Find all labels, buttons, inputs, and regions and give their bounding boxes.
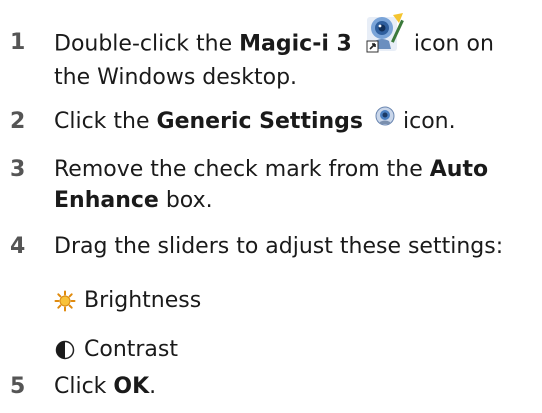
contrast-item: Contrast <box>54 334 178 365</box>
brightness-label: Brightness <box>84 288 202 313</box>
step-text-post: . <box>149 374 157 399</box>
step-text: Double-click the Magic-i 3 icon on the W… <box>54 13 540 93</box>
step-text: Remove the check mark from the Auto Enha… <box>54 154 540 216</box>
step-number: 5 <box>10 374 26 399</box>
generic-settings-icon <box>374 105 396 136</box>
step-2: 2 Click the Generic Settings icon. <box>0 106 542 138</box>
step-4: 4 Drag the sliders to adjust these setti… <box>0 231 542 263</box>
contrast-label: Contrast <box>84 337 179 362</box>
step-text-line2: the Windows desktop. <box>54 65 298 90</box>
step-text-post: box. <box>158 188 213 213</box>
magic-i-webcam-icon <box>365 11 407 62</box>
step-5: 5 Click OK. <box>0 371 542 403</box>
brightness-icon <box>54 290 76 312</box>
step-text-pre: Double-click the <box>54 31 240 57</box>
step-text: Drag the sliders to adjust these setting… <box>54 234 504 259</box>
ok-label: OK <box>113 374 150 399</box>
instruction-page: 1 Double-click the Magic-i 3 icon on the… <box>0 0 542 413</box>
step-text: Click OK. <box>54 371 540 402</box>
step-text-pre: Click <box>54 374 114 399</box>
step-number: 4 <box>10 234 26 259</box>
step-3: 3 Remove the check mark from the Auto En… <box>0 154 542 216</box>
step-text-pre: Click the <box>54 109 157 134</box>
contrast-icon <box>55 340 75 360</box>
app-name: Magic-i 3 <box>239 31 352 57</box>
step-1: 1 Double-click the Magic-i 3 icon on the… <box>0 13 542 90</box>
step-text-post: icon on <box>413 31 494 57</box>
generic-settings-label: Generic Settings <box>156 109 364 134</box>
step-number: 1 <box>10 30 26 55</box>
enhance-label: Enhance <box>54 188 159 213</box>
step-text: Click the Generic Settings icon. <box>54 106 540 137</box>
auto-label: Auto <box>429 157 489 182</box>
step-number: 2 <box>10 109 26 134</box>
brightness-item: Brightness <box>54 285 201 316</box>
step-text-pre: Remove the check mark from the <box>54 157 430 182</box>
step-number: 3 <box>10 157 26 182</box>
step-text-post: icon. <box>403 109 456 134</box>
